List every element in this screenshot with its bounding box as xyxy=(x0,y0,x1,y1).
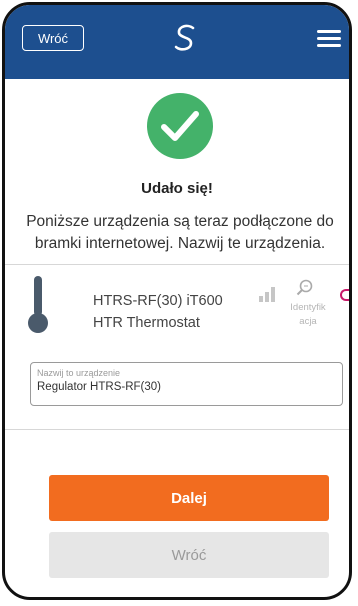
identify-label-line1[interactable]: Identyfik xyxy=(283,301,333,315)
divider-bottom xyxy=(5,429,349,430)
hamburger-menu-icon[interactable] xyxy=(317,30,341,48)
thermometer-icon xyxy=(28,276,48,333)
next-button[interactable]: Dalej xyxy=(49,475,329,521)
device-name-value[interactable]: Regulator HTRS-RF(30) xyxy=(37,381,161,393)
divider-top xyxy=(5,264,349,265)
device-type: HTR Thermostat xyxy=(93,315,200,331)
checkmark-icon xyxy=(147,93,213,159)
device-name-field[interactable]: Nazwij to urządzenie Regulator HTRS-RF(3… xyxy=(30,362,343,406)
success-title: Udało się! xyxy=(141,180,213,197)
top-bar: Wróć xyxy=(5,5,349,79)
back-button-bottom[interactable]: Wróć xyxy=(49,532,329,578)
signal-strength-icon xyxy=(259,287,275,302)
identify-label-line2[interactable]: acja xyxy=(283,315,333,329)
callout-pointer xyxy=(340,289,349,301)
phone-frame: Wróć Udało się! Poniższe urządzenia są t… xyxy=(2,2,352,600)
device-model: HTRS-RF(30) iT600 xyxy=(93,293,223,309)
magnifier-icon[interactable] xyxy=(296,279,314,297)
salus-s-logo-icon xyxy=(174,24,195,51)
back-button[interactable]: Wróć xyxy=(22,25,84,51)
success-description: Poniższe urządzenia są teraz podłączone … xyxy=(26,213,334,252)
device-name-label: Nazwij to urządzenie xyxy=(37,368,121,378)
